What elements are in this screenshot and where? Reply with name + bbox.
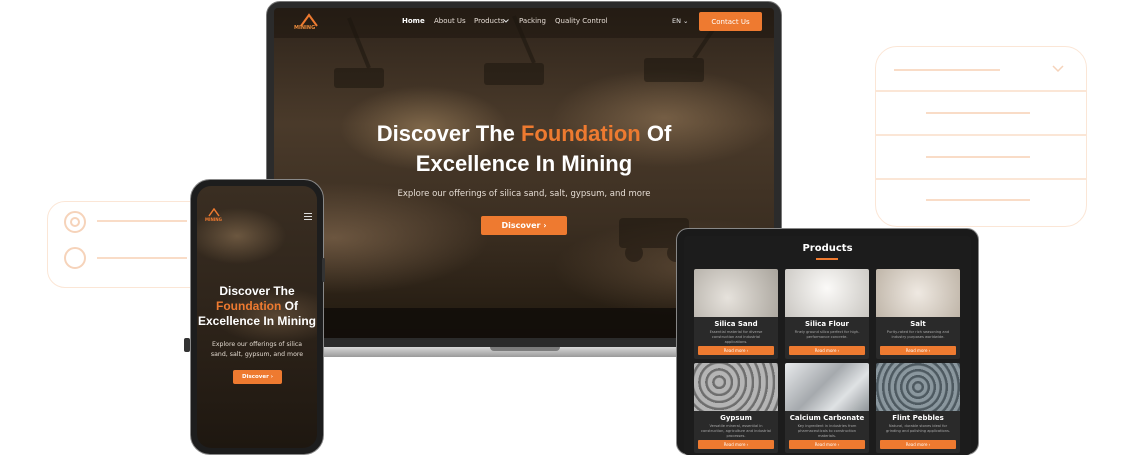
product-description: Purity-rated for rich seasoning and indu… bbox=[886, 330, 950, 339]
products-section: Products Silica Sand Essential material … bbox=[684, 236, 971, 455]
read-more-button[interactable]: Read more › bbox=[880, 440, 956, 449]
mobile-hero-subtitle: Explore our offerings of silica sand, sa… bbox=[210, 341, 304, 358]
read-more-button[interactable]: Read more › bbox=[789, 440, 865, 449]
product-card: Salt Purity-rated for rich seasoning and… bbox=[876, 269, 960, 359]
product-description: Versatile mineral, essential in construc… bbox=[701, 424, 771, 438]
read-more-label: Read more bbox=[814, 348, 837, 353]
product-image bbox=[694, 269, 778, 317]
logo-icon bbox=[208, 208, 220, 217]
decor-line bbox=[926, 156, 1030, 158]
product-description: Key ingredient in industries from pharma… bbox=[797, 424, 857, 438]
products-title: Products bbox=[802, 243, 853, 254]
mobile-hero-title-line3: Excellence In Mining bbox=[197, 314, 317, 328]
chevron-right-icon: › bbox=[268, 374, 273, 380]
product-card: Gypsum Versatile mineral, essential in c… bbox=[694, 363, 778, 453]
logo-text: MINING bbox=[294, 25, 316, 31]
mobile-hero-title-of: Of bbox=[281, 299, 298, 313]
chevron-right-icon: › bbox=[540, 221, 547, 230]
product-name: Flint Pebbles bbox=[892, 414, 944, 422]
product-name: Silica Sand bbox=[714, 320, 758, 328]
read-more-label: Read more bbox=[905, 442, 928, 447]
logo-text: MINING bbox=[205, 217, 222, 222]
nav-packing[interactable]: Packing bbox=[519, 17, 546, 25]
top-navbar: MINING Home About Us Products Packing Qu… bbox=[274, 8, 774, 38]
nav-products[interactable]: Products bbox=[474, 17, 504, 25]
mobile-discover-button[interactable]: Discover › bbox=[233, 370, 282, 384]
read-more-button[interactable]: Read more › bbox=[789, 346, 865, 355]
product-name: Silica Flour bbox=[805, 320, 849, 328]
title-underline bbox=[816, 258, 838, 260]
chevron-down-icon bbox=[503, 19, 509, 23]
nav-quality-control[interactable]: Quality Control bbox=[555, 17, 608, 25]
hero-subtitle: Explore our offerings of silica sand, sa… bbox=[397, 189, 651, 199]
radio-empty-icon bbox=[64, 247, 86, 269]
mobile-hero-title-line2: Foundation Of bbox=[197, 299, 317, 314]
decor-divider bbox=[876, 134, 1086, 136]
hero-title-part2: Of bbox=[640, 121, 672, 146]
phone-side-button bbox=[184, 338, 190, 352]
contact-us-button[interactable]: Contact Us bbox=[699, 12, 762, 31]
product-name: Calcium Carbonate bbox=[789, 414, 865, 422]
mobile-site: MINING Discover The Foundation Of Excell… bbox=[197, 186, 317, 448]
read-more-button[interactable]: Read more › bbox=[880, 346, 956, 355]
hero-title-line2: Excellence In Mining bbox=[415, 151, 633, 176]
laptop-notch bbox=[490, 347, 560, 351]
discover-label: Discover bbox=[501, 221, 541, 230]
read-more-label: Read more bbox=[723, 348, 746, 353]
product-image bbox=[785, 363, 869, 411]
product-description: Essential material for diverse construct… bbox=[709, 330, 763, 344]
hero-title-accent: Foundation bbox=[520, 121, 641, 146]
nav-about-us[interactable]: About Us bbox=[434, 17, 466, 25]
phone-side-button bbox=[322, 258, 325, 282]
read-more-label: Read more bbox=[723, 442, 746, 447]
decor-divider bbox=[876, 90, 1086, 92]
hero-title-part1: Discover The bbox=[376, 121, 521, 146]
product-description: Natural, durable stones ideal for grindi… bbox=[885, 424, 951, 433]
product-card: Flint Pebbles Natural, durable stones id… bbox=[876, 363, 960, 453]
product-description: Finely ground silica perfect for high-pe… bbox=[794, 330, 860, 339]
product-image bbox=[694, 363, 778, 411]
mobile-hero-title-accent: Foundation bbox=[216, 299, 282, 313]
decor-line bbox=[926, 199, 1030, 201]
product-image bbox=[876, 363, 960, 411]
discover-button[interactable]: Discover › bbox=[481, 216, 567, 235]
decor-line bbox=[926, 112, 1030, 114]
mobile-hero-title-line1: Discover The bbox=[219, 284, 295, 298]
language-selector[interactable]: EN ⌄ bbox=[672, 17, 689, 25]
product-card: Silica Flour Finely ground silica perfec… bbox=[785, 269, 869, 359]
menu-icon[interactable] bbox=[304, 213, 312, 222]
product-card: Calcium Carbonate Key ingredient in indu… bbox=[785, 363, 869, 453]
product-card: Silica Sand Essential material for diver… bbox=[694, 269, 778, 359]
decor-divider bbox=[876, 178, 1086, 180]
read-more-button[interactable]: Read more › bbox=[698, 346, 774, 355]
read-more-label: Read more bbox=[814, 442, 837, 447]
language-label: EN bbox=[672, 17, 681, 25]
hero-title: Discover The Foundation Of bbox=[274, 119, 774, 148]
product-name: Salt bbox=[910, 320, 926, 328]
mobile-discover-label: Discover bbox=[242, 374, 269, 380]
decor-line bbox=[97, 220, 187, 222]
read-more-label: Read more bbox=[905, 348, 928, 353]
nav-home[interactable]: Home bbox=[402, 17, 425, 25]
decor-line bbox=[894, 69, 1000, 71]
decor-line bbox=[97, 257, 187, 259]
product-image bbox=[876, 269, 960, 317]
read-more-button[interactable]: Read more › bbox=[698, 440, 774, 449]
product-image bbox=[785, 269, 869, 317]
product-name: Gypsum bbox=[720, 414, 752, 422]
chevron-down-icon bbox=[1052, 65, 1064, 73]
radio-dot-icon bbox=[70, 217, 80, 227]
